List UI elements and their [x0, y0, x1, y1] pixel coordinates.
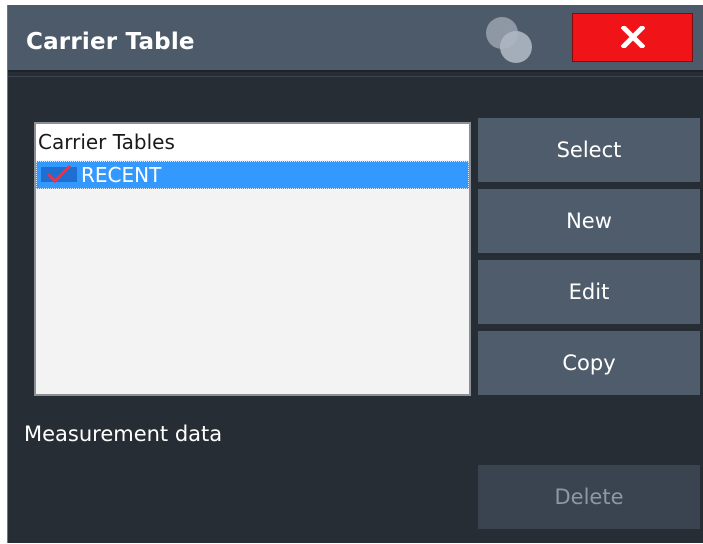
list-header-label: Carrier Tables	[38, 130, 175, 154]
list-header: Carrier Tables	[36, 124, 469, 160]
title-bar: Carrier Table	[8, 5, 703, 72]
measurement-data-label: Measurement data	[24, 422, 223, 446]
carrier-tables-list[interactable]: Carrier Tables RECENT	[34, 122, 471, 396]
row-checkbox[interactable]	[41, 165, 77, 184]
close-button[interactable]	[572, 13, 693, 62]
carrier-table-dialog: Carrier Table Carrier Tables RECENT Sele…	[7, 5, 703, 543]
checkmark-icon	[46, 165, 72, 184]
delete-button[interactable]: Delete	[478, 465, 700, 529]
new-button[interactable]: New	[478, 189, 700, 253]
list-item[interactable]: RECENT	[36, 161, 469, 189]
copy-button[interactable]: Copy	[478, 331, 700, 395]
edit-button[interactable]: Edit	[478, 260, 700, 324]
dialog-title: Carrier Table	[26, 29, 195, 55]
select-button[interactable]: Select	[478, 118, 700, 182]
overlap-circles-icon	[486, 17, 532, 63]
close-icon	[621, 26, 645, 48]
list-item-label: RECENT	[81, 163, 162, 187]
